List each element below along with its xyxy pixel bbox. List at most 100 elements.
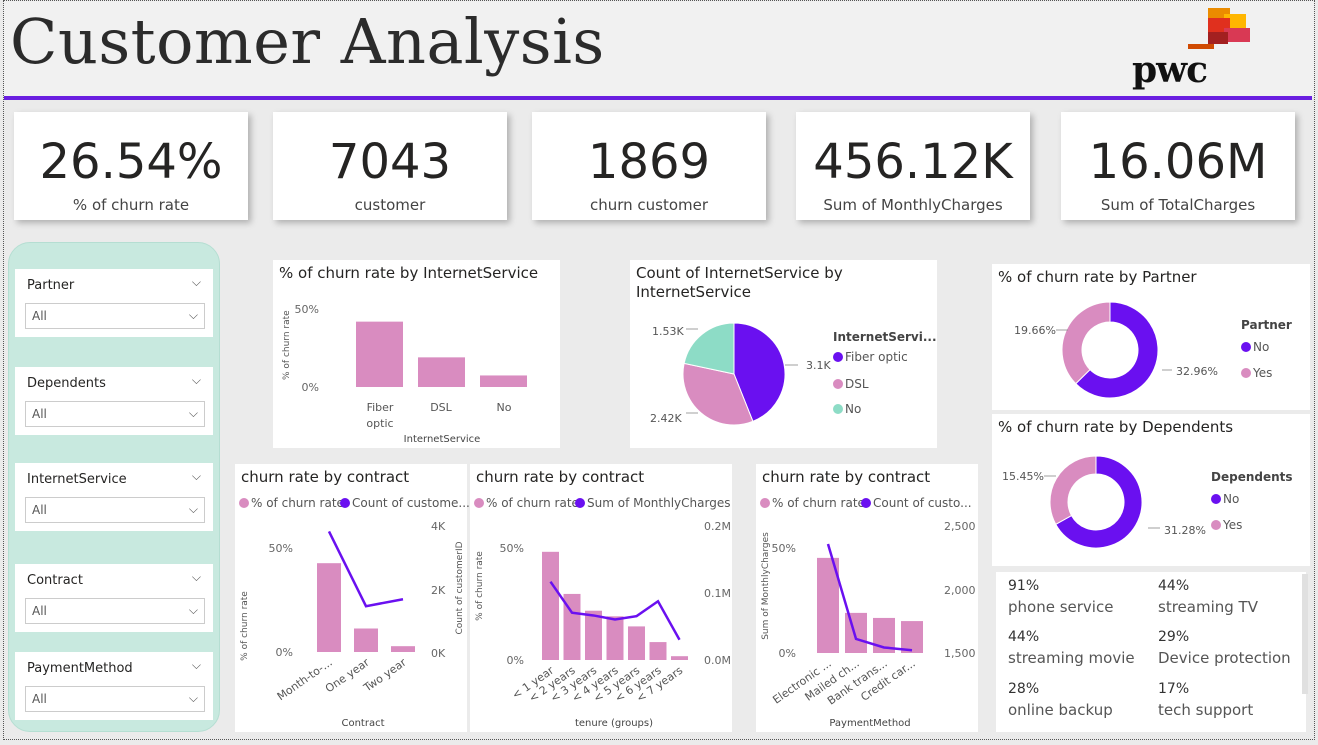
legend-item[interactable]: Yes [1211,518,1242,532]
slicer-title: Dependents [27,376,106,391]
bar[interactable] [542,551,559,660]
bar[interactable] [606,616,624,660]
stat-value: 91% [1008,578,1040,594]
slicer-internetservice[interactable]: InternetService ⌵ All ⌵ [15,463,213,531]
slicer-title: InternetService [27,472,127,487]
chevron-down-icon[interactable]: ⌵ [192,373,201,388]
y-tick: 0% [302,381,319,394]
chart-internet-pie[interactable]: Count of InternetService by InternetServ… [630,260,937,448]
bar[interactable] [649,642,667,660]
partner-dropdown[interactable]: All ⌵ [25,303,205,329]
slicer-contract[interactable]: Contract ⌵ All ⌵ [15,564,213,632]
contract-dropdown[interactable]: All ⌵ [25,598,205,624]
chart-dependents-donut[interactable]: % of churn rate by Dependents 15.45% 31.… [992,414,1310,566]
internetservice-dropdown[interactable]: All ⌵ [25,497,205,523]
slice-label: 2.42K [650,412,682,425]
x-tick: No [497,401,512,414]
paymentmethod-dropdown[interactable]: All ⌵ [25,686,205,712]
slicer-partner[interactable]: Partner ⌵ All ⌵ [15,269,213,337]
chart-tenure-combo[interactable]: churn rate by contract % of churn rate S… [470,464,732,732]
contract-combo-svg: % of churn rate Count of customerID 50% … [240,520,465,729]
kpi-value: 456.12K [813,134,1013,190]
tenure-combo-svg: % of churn rate 50% 0% 0.2M 0.1M 0.0M < … [475,520,731,729]
kpi-value: 7043 [328,134,452,190]
y2-tick: 0.2M [704,520,731,533]
x-axis-label: Contract [341,718,384,729]
bar[interactable] [845,612,867,653]
slicer-paymentmethod[interactable]: PaymentMethod ⌵ All ⌵ [15,652,213,720]
x-axis-label: tenure (groups) [575,718,653,729]
stat-value: 29% [1158,629,1190,645]
chevron-down-icon[interactable]: ⌵ [192,658,201,673]
kpi-monthly-charges[interactable]: 456.12K Sum of MonthlyCharges [796,112,1030,220]
chevron-down-icon[interactable]: ⌵ [192,275,201,290]
legend-label: No [845,402,862,416]
slicer-title: PaymentMethod [27,661,133,676]
service-stats-card[interactable]: 91% phone service 44% streaming TV 44% s… [996,572,1308,732]
slicer-dependents[interactable]: Dependents ⌵ All ⌵ [15,367,213,435]
bar[interactable] [356,321,403,387]
chevron-down-icon[interactable]: ⌵ [189,691,198,706]
legend-item[interactable]: No [1241,340,1269,354]
chart-internet-bar[interactable]: % of churn rate by InternetService % of … [273,260,560,448]
chart-partner-donut[interactable]: % of churn rate by Partner 19.66% 32.96%… [992,264,1310,410]
slice-label: 1.53K [652,325,684,338]
bar[interactable] [418,357,465,387]
stat-label: tech support [1158,701,1254,719]
chevron-down-icon[interactable]: ⌵ [192,469,201,484]
legend-item[interactable]: DSL [833,377,869,391]
pie-slice[interactable] [1061,301,1111,385]
chevron-down-icon[interactable]: ⌵ [189,502,198,517]
legend-dot [833,352,843,362]
stat-item: 28% online backup [1008,681,1148,719]
legend-item[interactable]: No [1211,492,1239,506]
payment-combo-svg: Sum of MonthlyCharges 50% 0% 2,500 2,000… [761,520,976,729]
chart-payment-combo[interactable]: churn rate by contract % of churn rate C… [756,464,978,732]
stat-value: 28% [1008,681,1040,697]
bar[interactable] [480,375,527,387]
chart-contract-combo[interactable]: churn rate by contract % of churn rate C… [235,464,470,732]
legend-item[interactable]: No [833,402,861,416]
legend-label: Yes [1223,518,1243,532]
y-tick: 0% [507,654,524,667]
y-axis-label: % of churn rate [240,591,250,661]
kpi-churn-customer[interactable]: 1869 churn customer [532,112,766,220]
bar[interactable] [317,563,341,652]
dropdown-value: All [32,503,47,517]
chevron-down-icon[interactable]: ⌵ [189,406,198,421]
y-tick: 50% [269,542,293,555]
kpi-churn-rate[interactable]: 26.54% % of churn rate [14,112,248,220]
chevron-down-icon[interactable]: ⌵ [189,603,198,618]
pwc-logo-mark [1188,8,1250,49]
partner-donut-svg: 19.66% 32.96% [1014,301,1218,399]
legend-label: No [1223,492,1240,506]
legend-item[interactable]: Fiber optic [833,350,908,364]
bar[interactable] [585,610,602,660]
stat-item: 29% Device protection [1158,629,1298,667]
slicer-panel: Partner ⌵ All ⌵ Dependents ⌵ All ⌵ Inter… [8,242,220,732]
bar[interactable] [391,646,415,652]
slice-label: 19.66% [1014,324,1056,337]
y2-tick: 0K [431,647,446,660]
kpi-total-charges[interactable]: 16.06M Sum of TotalCharges [1061,112,1295,220]
legend-title: InternetServi... [833,330,937,344]
chevron-down-icon[interactable]: ⌵ [192,570,201,585]
scrollbar[interactable] [1302,574,1308,694]
bar[interactable] [671,656,688,660]
y-axis-label: % of churn rate [475,551,485,621]
y2-tick: 1,500 [944,647,976,660]
bar[interactable] [354,628,378,652]
dropdown-value: All [32,604,47,618]
pie-slice[interactable] [1049,455,1097,525]
header-band: Customer Analysis pwc [4,1,1314,97]
y2-axis-label: Count of customerID [455,541,465,634]
bar[interactable] [628,626,645,660]
slice-label: 32.96% [1176,365,1218,378]
legend-dot [1241,368,1251,378]
header-divider [4,96,1312,100]
dependents-dropdown[interactable]: All ⌵ [25,401,205,427]
chevron-down-icon[interactable]: ⌵ [189,308,198,323]
legend-item[interactable]: Yes [1241,366,1272,380]
stat-item: 44% streaming movie [1008,629,1148,667]
kpi-customer[interactable]: 7043 customer [273,112,507,220]
